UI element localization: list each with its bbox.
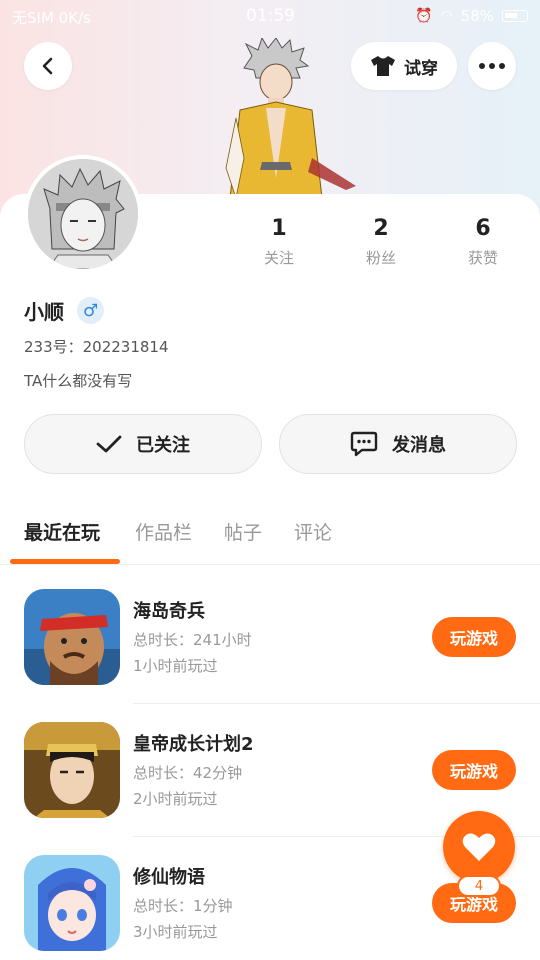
- user-id: 233号：202231814: [24, 338, 169, 356]
- avatar-character-figure: [225, 38, 356, 198]
- more-dots-icon: [479, 63, 505, 69]
- more-options-button[interactable]: [468, 42, 516, 90]
- send-message-button[interactable]: 发消息: [279, 414, 517, 474]
- like-count-badge: 4: [457, 875, 501, 897]
- game-duration: 总时长：42分钟: [133, 764, 243, 782]
- game-duration: 总时长：1分钟: [133, 897, 233, 915]
- game-last-played: 3小时前玩过: [133, 923, 218, 941]
- stat-following[interactable]: 1 关注: [239, 216, 319, 268]
- row-divider: [133, 703, 540, 704]
- battery-percent: 58%: [460, 7, 494, 25]
- stat-value: 1: [271, 216, 287, 241]
- game-last-played: 1小时前玩过: [133, 657, 218, 675]
- avatar-image: [28, 159, 138, 269]
- send-message-label: 发消息: [392, 435, 446, 456]
- avatar[interactable]: [24, 155, 142, 273]
- followed-button[interactable]: 已关注: [24, 414, 262, 474]
- status-icons: ⏰ ◠ 58%: [415, 7, 528, 25]
- carrier-text: 无SIM 0K/s: [12, 9, 91, 27]
- heart-icon: [462, 833, 496, 861]
- user-bio: TA什么都没有写: [24, 372, 133, 390]
- avatar-portrait: [28, 159, 138, 269]
- wifi-icon: ◠: [440, 8, 453, 24]
- username: 小顺: [24, 300, 64, 324]
- alarm-icon: ⏰: [415, 8, 433, 24]
- checkmark-icon: [96, 435, 122, 453]
- male-gender-icon: ♂: [77, 297, 104, 324]
- stat-likes[interactable]: 6 获赞: [443, 216, 523, 268]
- like-fab-button[interactable]: [443, 811, 515, 883]
- chat-bubble-icon: [350, 431, 378, 457]
- tab-works[interactable]: 作品栏: [135, 518, 192, 545]
- play-game-button[interactable]: 玩游戏: [432, 750, 516, 790]
- game-name: 皇帝成长计划2: [133, 734, 254, 755]
- profile-tabs: 最近在玩 作品栏 帖子 评论: [0, 512, 540, 564]
- clock: 01:59: [246, 6, 295, 26]
- back-button[interactable]: [24, 42, 72, 90]
- stat-followers[interactable]: 2 粉丝: [341, 216, 421, 268]
- tab-comments[interactable]: 评论: [294, 518, 332, 545]
- tab-posts[interactable]: 帖子: [224, 518, 262, 545]
- tabs-divider: [0, 564, 540, 565]
- followed-label: 已关注: [136, 435, 190, 456]
- try-on-label: 试穿: [404, 58, 438, 79]
- play-game-button[interactable]: 玩游戏: [432, 617, 516, 657]
- game-name: 海岛奇兵: [133, 601, 205, 622]
- chevron-left-icon: [42, 57, 53, 75]
- game-last-played: 2小时前玩过: [133, 790, 218, 808]
- stat-value: 6: [475, 216, 491, 241]
- try-on-button[interactable]: 试穿: [351, 42, 457, 90]
- game-list-item[interactable]: 海岛奇兵 总时长：241小时 1小时前玩过 玩游戏: [0, 589, 540, 721]
- game-icon-emperor[interactable]: [24, 722, 120, 818]
- stat-label: 关注: [263, 249, 294, 267]
- tab-recently-played[interactable]: 最近在玩: [24, 518, 100, 545]
- tshirt-icon: [371, 56, 395, 76]
- game-icon-xiuxian[interactable]: [24, 855, 120, 951]
- stat-value: 2: [373, 216, 389, 241]
- stat-label: 粉丝: [365, 249, 396, 267]
- game-duration: 总时长：241小时: [133, 631, 252, 649]
- battery-icon: [502, 10, 528, 22]
- status-bar: 无SIM 0K/s 01:59 ⏰ ◠ 58%: [0, 0, 540, 34]
- game-name: 修仙物语: [133, 867, 205, 888]
- game-icon-boom-beach[interactable]: [24, 589, 120, 685]
- stat-label: 获赞: [467, 249, 498, 267]
